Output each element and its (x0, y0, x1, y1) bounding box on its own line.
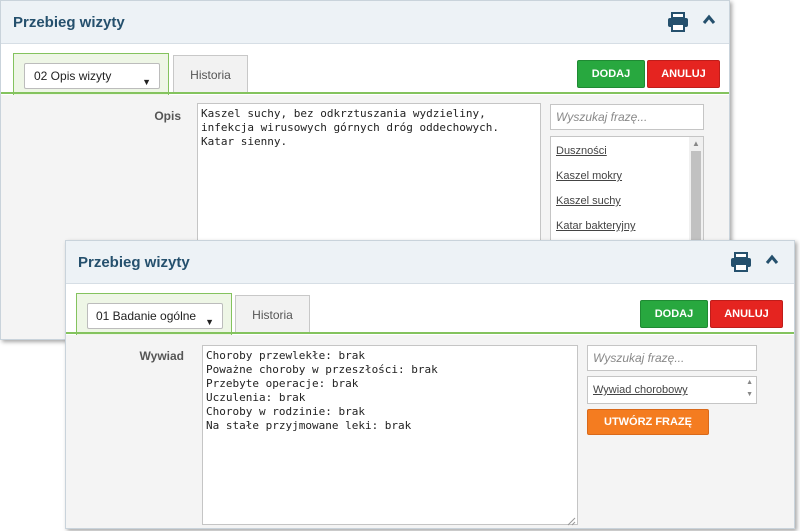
tab-history[interactable]: Historia (235, 295, 310, 334)
tab-bar: 01 Badanie ogólne ▼ Historia DODAJ ANULU… (66, 284, 794, 335)
phrase-item[interactable]: Wywiad chorobowy (593, 384, 688, 396)
add-button[interactable]: DODAJ (577, 60, 645, 88)
panel-title: Przebieg wizyty (78, 254, 190, 271)
section-select[interactable]: 02 Opis wizyty ▼ (24, 63, 160, 89)
add-button[interactable]: DODAJ (640, 300, 708, 328)
panel-title: Przebieg wizyty (13, 14, 125, 31)
section-select-value: 02 Opis wizyty (34, 69, 112, 83)
chevron-down-icon: ▼ (142, 77, 151, 87)
panel-body: Wywiad Choroby przewlekłe: brak Poważne … (66, 335, 794, 528)
chevron-up-icon[interactable] (765, 253, 787, 273)
print-icon[interactable] (730, 252, 752, 272)
section-select[interactable]: 01 Badanie ogólne ▼ (87, 303, 223, 329)
phrase-item[interactable]: Kaszel suchy (556, 195, 621, 207)
panel-header: Przebieg wizyty (66, 241, 794, 284)
panel-header: Przebieg wizyty (1, 1, 729, 44)
create-phrase-button[interactable]: UTWÓRZ FRAZĘ (587, 409, 709, 435)
tab-underline (1, 92, 729, 94)
cancel-button[interactable]: ANULUJ (647, 60, 720, 88)
field-label: Wywiad (139, 349, 184, 363)
phrase-list: Wywiad chorobowy ▲ ▼ (587, 376, 757, 404)
chevron-down-icon: ▼ (205, 317, 214, 327)
phrase-item[interactable]: Duszności (556, 145, 607, 157)
tab-section-select: 02 Opis wizyty ▼ (13, 53, 169, 95)
cancel-button[interactable]: ANULUJ (710, 300, 783, 328)
chevron-up-icon[interactable] (702, 13, 724, 33)
tab-history[interactable]: Historia (173, 55, 248, 94)
phrase-search-input[interactable]: Wyszukaj frazę... (587, 345, 757, 371)
tab-underline (66, 332, 794, 334)
scroll-up-icon[interactable]: ▲ (692, 139, 700, 148)
resize-grip-icon[interactable] (566, 513, 576, 528)
field-label: Opis (154, 109, 181, 123)
scroll-arrows-icon[interactable]: ▲ ▼ (746, 377, 753, 401)
phrase-item[interactable]: Kaszel mokry (556, 170, 622, 182)
front-visit-panel: Przebieg wizyty 01 Badanie ogólne ▼ Hist… (65, 240, 795, 529)
print-icon[interactable] (667, 12, 689, 32)
section-select-value: 01 Badanie ogólne (96, 309, 197, 323)
history-textarea[interactable]: Choroby przewlekłe: brak Poważne choroby… (202, 345, 578, 525)
phrase-item[interactable]: Katar bakteryjny (556, 220, 635, 232)
phrase-search-input[interactable]: Wyszukaj frazę... (550, 104, 704, 130)
tab-section-select: 01 Badanie ogólne ▼ (76, 293, 232, 335)
tab-bar: 02 Opis wizyty ▼ Historia DODAJ ANULUJ (1, 44, 729, 95)
